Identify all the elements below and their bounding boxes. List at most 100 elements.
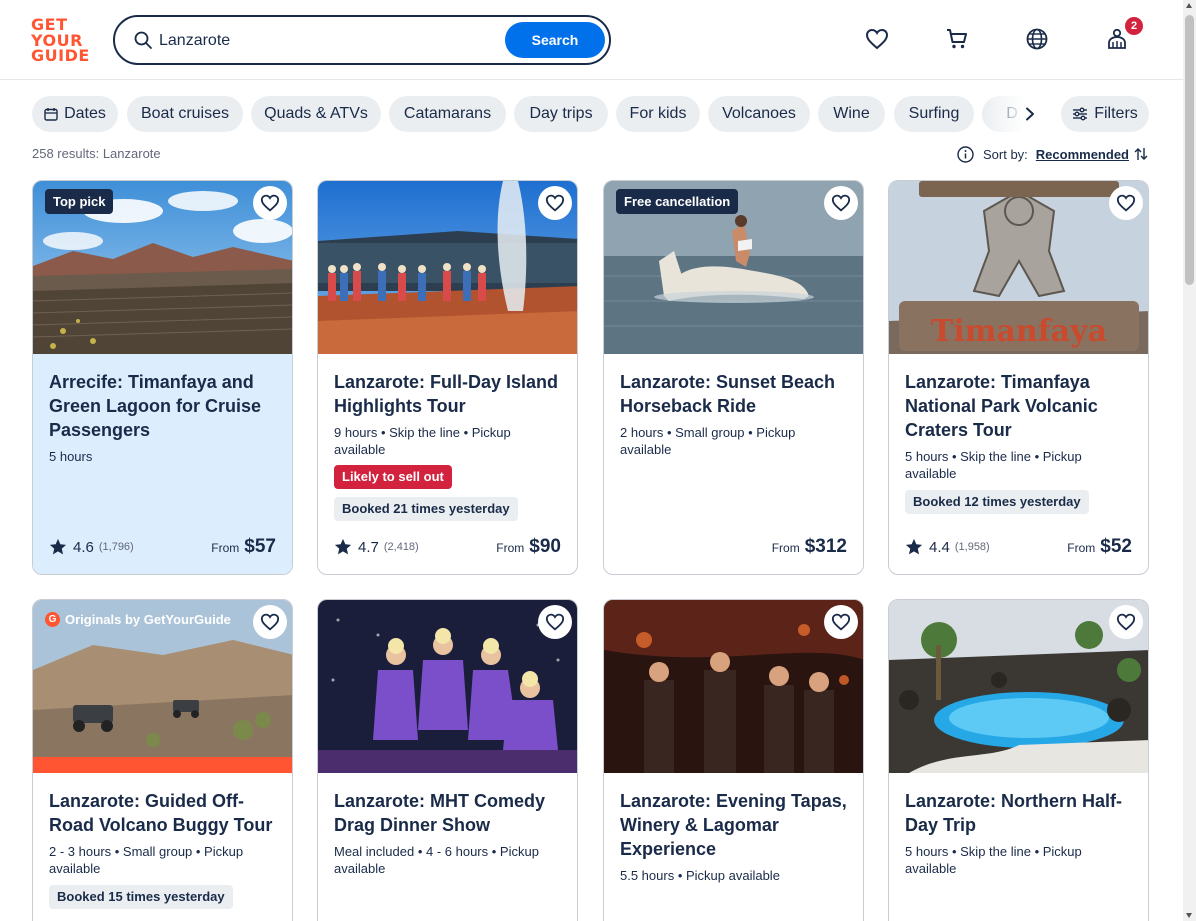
chip-surfing[interactable]: Surfing — [894, 96, 974, 132]
price-amount: $57 — [244, 536, 276, 557]
page-scrollbar[interactable] — [1183, 0, 1196, 921]
activity-card[interactable]: Free cancellation Lanzarote: Sunset Beac… — [603, 180, 864, 575]
top-pick-badge: Top pick — [45, 189, 114, 214]
notification-badge: 2 — [1125, 17, 1143, 35]
activity-card[interactable]: Lanzarote: MHT Comedy Drag Dinner Show M… — [317, 599, 578, 921]
activity-card[interactable]: Lanzarote: Northern Half-Day Trip 5 hour… — [888, 599, 1149, 921]
rating: 4.6 (1,796) — [49, 538, 134, 556]
wishlist-heart-icon[interactable] — [1109, 186, 1143, 220]
activity-image — [318, 600, 577, 773]
calendar-icon — [44, 108, 58, 121]
booked-yesterday-badge: Booked 15 times yesterday — [49, 885, 233, 909]
activity-image — [889, 600, 1148, 773]
price-from-label: From — [496, 541, 525, 555]
chip-for-kids[interactable]: For kids — [616, 96, 700, 132]
globe-icon[interactable] — [1024, 26, 1050, 52]
card-body: Arrecife: Timanfaya and Green Lagoon for… — [33, 354, 292, 574]
activity-image — [318, 181, 577, 354]
chip-boat-cruises[interactable]: Boat cruises — [127, 96, 243, 132]
activity-title[interactable]: Lanzarote: Guided Off-Road Volcano Buggy… — [49, 789, 276, 837]
activity-image — [604, 600, 863, 773]
price: From $57 — [211, 536, 276, 558]
card-body: Lanzarote: Full-Day Island Highlights To… — [318, 354, 577, 574]
wishlist-heart-icon[interactable] — [538, 605, 572, 639]
top-header: GET YOUR GUIDE Search 2 — [0, 0, 1183, 80]
rating-value: 4.6 — [73, 538, 94, 556]
rating-value: 4.7 — [358, 538, 379, 556]
sort-value[interactable]: Recommended — [1036, 147, 1129, 162]
activity-card[interactable]: Lanzarote: Evening Tapas, Winery & Lagom… — [603, 599, 864, 921]
activity-meta: 5 hours — [49, 449, 93, 464]
activity-meta: 5.5 hours • Pickup available — [620, 868, 780, 883]
info-icon[interactable] — [957, 145, 974, 163]
filters-button[interactable]: Filters — [1061, 96, 1149, 132]
wishlist-heart-icon[interactable] — [253, 186, 287, 220]
card-body: Lanzarote: Northern Half-Day Trip 5 hour… — [889, 773, 1148, 921]
likely-to-sell-out-badge: Likely to sell out — [334, 465, 452, 489]
activity-title[interactable]: Lanzarote: MHT Comedy Drag Dinner Show — [334, 789, 561, 837]
chip-dates-label: Dates — [64, 105, 106, 122]
category-chips: Dates Boat cruises Quads & ATVs Catamara… — [32, 96, 1150, 132]
chip-catamarans[interactable]: Catamarans — [389, 96, 506, 132]
booked-yesterday-badge: Booked 21 times yesterday — [334, 497, 518, 521]
star-icon — [334, 538, 352, 555]
activity-meta: 5 hours • Skip the line • Pickup availab… — [905, 844, 1082, 876]
chip-day-trips[interactable]: Day trips — [514, 96, 608, 132]
rating: 4.7 (2,418) — [334, 538, 419, 556]
scroll-thumb[interactable] — [1185, 15, 1194, 285]
price-amount: $90 — [529, 536, 561, 557]
wishlist-heart-icon[interactable] — [1109, 605, 1143, 639]
activity-title[interactable]: Lanzarote: Full-Day Island Highlights To… — [334, 370, 561, 418]
chip-quads-atvs[interactable]: Quads & ATVs — [251, 96, 381, 132]
wishlist-heart-icon[interactable] — [538, 186, 572, 220]
activity-title[interactable]: Lanzarote: Northern Half-Day Trip — [905, 789, 1132, 837]
activity-card[interactable]: G Originals by GetYourGuide Lanzarote: G… — [32, 599, 293, 921]
activity-meta: 2 - 3 hours • Small group • Pickup avail… — [49, 844, 244, 876]
sort-label: Sort by: — [983, 146, 1028, 162]
wishlist-heart-icon[interactable] — [864, 26, 890, 52]
wishlist-heart-icon[interactable] — [824, 605, 858, 639]
price-from-label: From — [1067, 541, 1096, 555]
price-from-label: From — [771, 541, 800, 555]
card-body: Lanzarote: Evening Tapas, Winery & Lagom… — [604, 773, 863, 921]
sliders-icon — [1073, 107, 1088, 121]
wishlist-heart-icon[interactable] — [824, 186, 858, 220]
activity-title[interactable]: Lanzarote: Sunset Beach Horseback Ride — [620, 370, 847, 418]
rating-value: 4.4 — [929, 538, 950, 556]
price: From $90 — [496, 536, 561, 558]
search-button[interactable]: Search — [505, 22, 605, 58]
chip-volcanoes[interactable]: Volcanoes — [708, 96, 810, 132]
activity-card[interactable]: Top pick Arrecife: Timanfaya and Green L… — [32, 180, 293, 575]
review-count: (1,958) — [954, 541, 990, 553]
getyourguide-logo[interactable]: GET YOUR GUIDE — [31, 17, 91, 65]
originals-g-icon: G — [45, 611, 60, 627]
card-body: Lanzarote: Timanfaya National Park Volca… — [889, 354, 1148, 574]
chips-next-arrow-icon[interactable] — [1014, 98, 1046, 130]
activity-meta: 9 hours • Skip the line • Pickup availab… — [334, 425, 511, 457]
activity-title[interactable]: Lanzarote: Timanfaya National Park Volca… — [905, 370, 1132, 442]
price: From $312 — [772, 536, 847, 558]
activity-meta: 5 hours • Skip the line • Pickup availab… — [905, 449, 1082, 481]
review-count: (1,796) — [98, 541, 134, 553]
scroll-down-arrow-icon[interactable] — [1186, 913, 1192, 918]
chip-wine[interactable]: Wine — [818, 96, 885, 132]
free-cancellation-badge: Free cancellation — [616, 189, 739, 214]
cart-icon[interactable] — [944, 26, 970, 52]
sort-control[interactable]: Sort by: Recommended — [957, 144, 1149, 164]
wishlist-heart-icon[interactable] — [253, 605, 287, 639]
star-icon — [49, 538, 67, 555]
filters-label: Filters — [1094, 105, 1138, 122]
sort-arrows-icon[interactable] — [1133, 146, 1149, 162]
activity-card[interactable]: Lanzarote: Full-Day Island Highlights To… — [317, 180, 578, 575]
card-body: Lanzarote: Sunset Beach Horseback Ride 2… — [604, 354, 863, 574]
search-input[interactable] — [159, 29, 499, 53]
originals-accent-band — [33, 757, 292, 773]
activity-card[interactable]: Timanfaya Lanzarote: Timanfaya National … — [888, 180, 1149, 575]
activity-title[interactable]: Arrecife: Timanfaya and Green Lagoon for… — [49, 370, 276, 442]
activity-title[interactable]: Lanzarote: Evening Tapas, Winery & Lagom… — [620, 789, 847, 861]
card-body: Lanzarote: MHT Comedy Drag Dinner Show M… — [318, 773, 577, 921]
scroll-up-arrow-icon[interactable] — [1186, 3, 1192, 8]
price: From $52 — [1067, 536, 1132, 558]
search-bar[interactable]: Search — [113, 15, 611, 65]
chip-dates[interactable]: Dates — [32, 96, 118, 132]
